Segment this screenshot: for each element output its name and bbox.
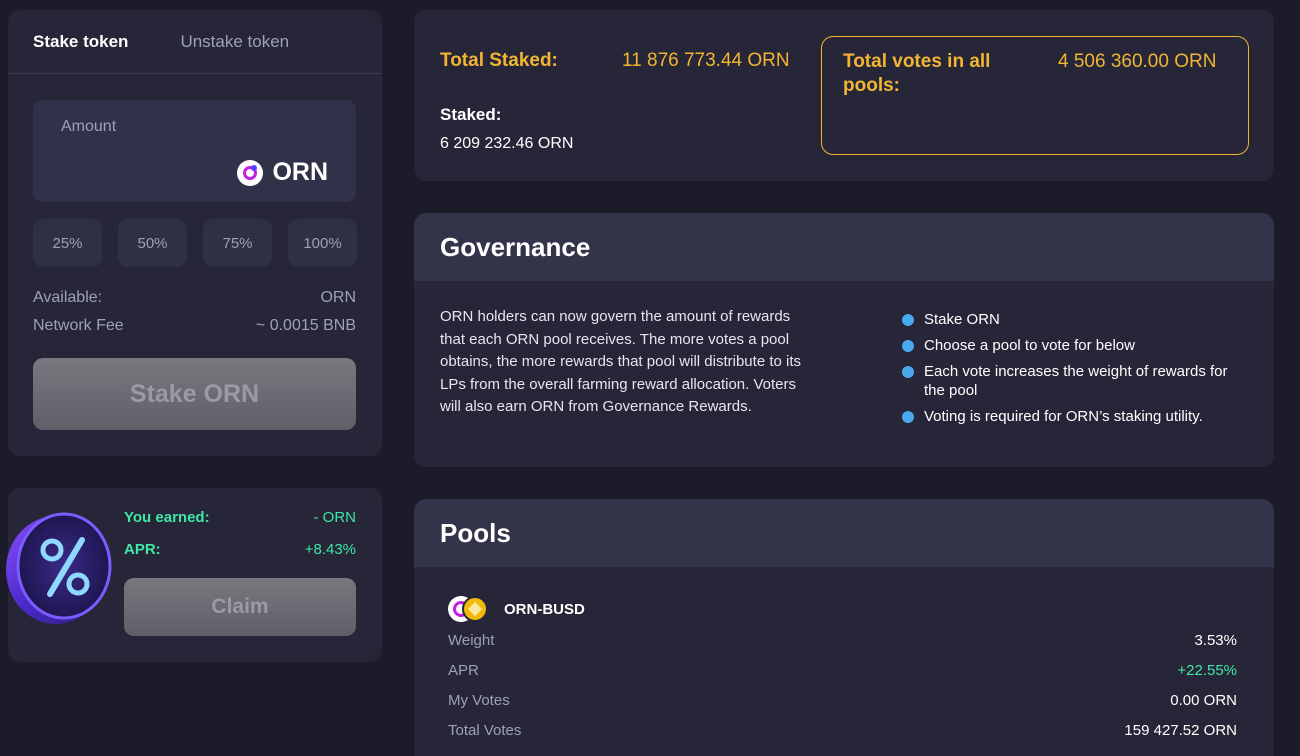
pool-name: ORN-BUSD [504,600,585,618]
governance-step: Voting is required for ORN’s staking uti… [902,407,1252,426]
total-votes-label: Total votes in all pools: [843,51,991,96]
total-votes-value: 4 506 360.00 ORN [1058,51,1217,72]
pool-orn-busd[interactable]: ORN-BUSD [448,596,585,622]
pool-apr-label: APR [448,662,479,679]
governance-steps: Stake ORN Choose a pool to vote for belo… [902,310,1252,433]
percent-75-button[interactable]: 75% [203,219,272,267]
orn-token-icon [237,159,264,186]
busd-token-icon [462,596,488,622]
pool-my-votes-value: 0.00 ORN [1170,692,1237,709]
pool-apr-value: +22.55% [1177,662,1237,679]
percent-medal-icon [6,512,112,624]
amount-input[interactable]: Amount ORN [33,100,356,202]
claim-button[interactable]: Claim [124,578,356,636]
total-staked-value: 11 876 773.44 ORN [622,50,790,71]
tab-stake-token[interactable]: Stake token [33,32,128,52]
pools-title: Pools [414,499,1274,567]
earned-card: You earned: - ORN APR: +8.43% Claim [6,488,382,662]
you-earned-label: You earned: [124,509,210,526]
stake-orn-button[interactable]: Stake ORN [33,358,356,430]
staked-label: Staked: [440,105,502,124]
pool-total-votes-value: 159 427.52 ORN [1124,722,1237,739]
pool-pair-icons [448,596,490,622]
available-row: Available: ORN [33,289,356,307]
pool-weight-row: Weight 3.53% [448,632,1237,649]
available-value: ORN [320,289,356,306]
stake-tabs: Stake token Unstake token [8,10,382,74]
governance-step: Stake ORN [902,310,1252,329]
pool-my-votes-label: My Votes [448,692,510,709]
amount-token-symbol: ORN [272,158,328,186]
governance-step: Choose a pool to vote for below [902,336,1252,355]
pool-apr-row: APR +22.55% [448,662,1237,679]
pools-card: Pools ORN-BUSD Weight 3.53% APR +22.55% … [414,499,1274,756]
percent-buttons: 25% 50% 75% 100% [33,219,357,267]
available-label: Available: [33,289,103,306]
pool-total-votes-row: Total Votes 159 427.52 ORN [448,722,1237,739]
stake-card: Stake token Unstake token Amount ORN 25%… [8,10,382,456]
total-votes-box: Total votes in all pools: 4 506 360.00 O… [821,36,1249,155]
governance-title: Governance [414,213,1274,281]
governance-step: Each vote increases the weight of reward… [902,362,1252,400]
pool-total-votes-label: Total Votes [448,722,522,739]
amount-token: ORN [237,158,328,187]
network-fee-value: ~ 0.0015 BNB [255,317,356,334]
totals-card: Total Staked: 11 876 773.44 ORN Staked: … [414,10,1274,181]
percent-100-button[interactable]: 100% [288,219,357,267]
network-fee-label: Network Fee [33,317,124,334]
governance-description: ORN holders can now govern the amount of… [440,308,802,415]
you-earned-value: - ORN [313,509,357,526]
pool-my-votes-row: My Votes 0.00 ORN [448,692,1237,709]
staked-value: 6 209 232.46 ORN [440,135,574,152]
total-staked-label: Total Staked: [440,50,558,71]
amount-label: Amount [61,118,117,135]
governance-card: Governance ORN holders can now govern th… [414,213,1274,467]
apr-value: +8.43% [304,541,356,558]
pool-weight-value: 3.53% [1194,632,1237,649]
percent-50-button[interactable]: 50% [118,219,187,267]
percent-25-button[interactable]: 25% [33,219,102,267]
apr-label: APR: [124,541,161,558]
you-earned-row: You earned: - ORN [124,509,356,526]
apr-row: APR: +8.43% [124,541,356,558]
network-fee-row: Network Fee ~ 0.0015 BNB [33,317,356,335]
pool-weight-label: Weight [448,632,495,649]
tab-unstake-token[interactable]: Unstake token [180,32,289,52]
